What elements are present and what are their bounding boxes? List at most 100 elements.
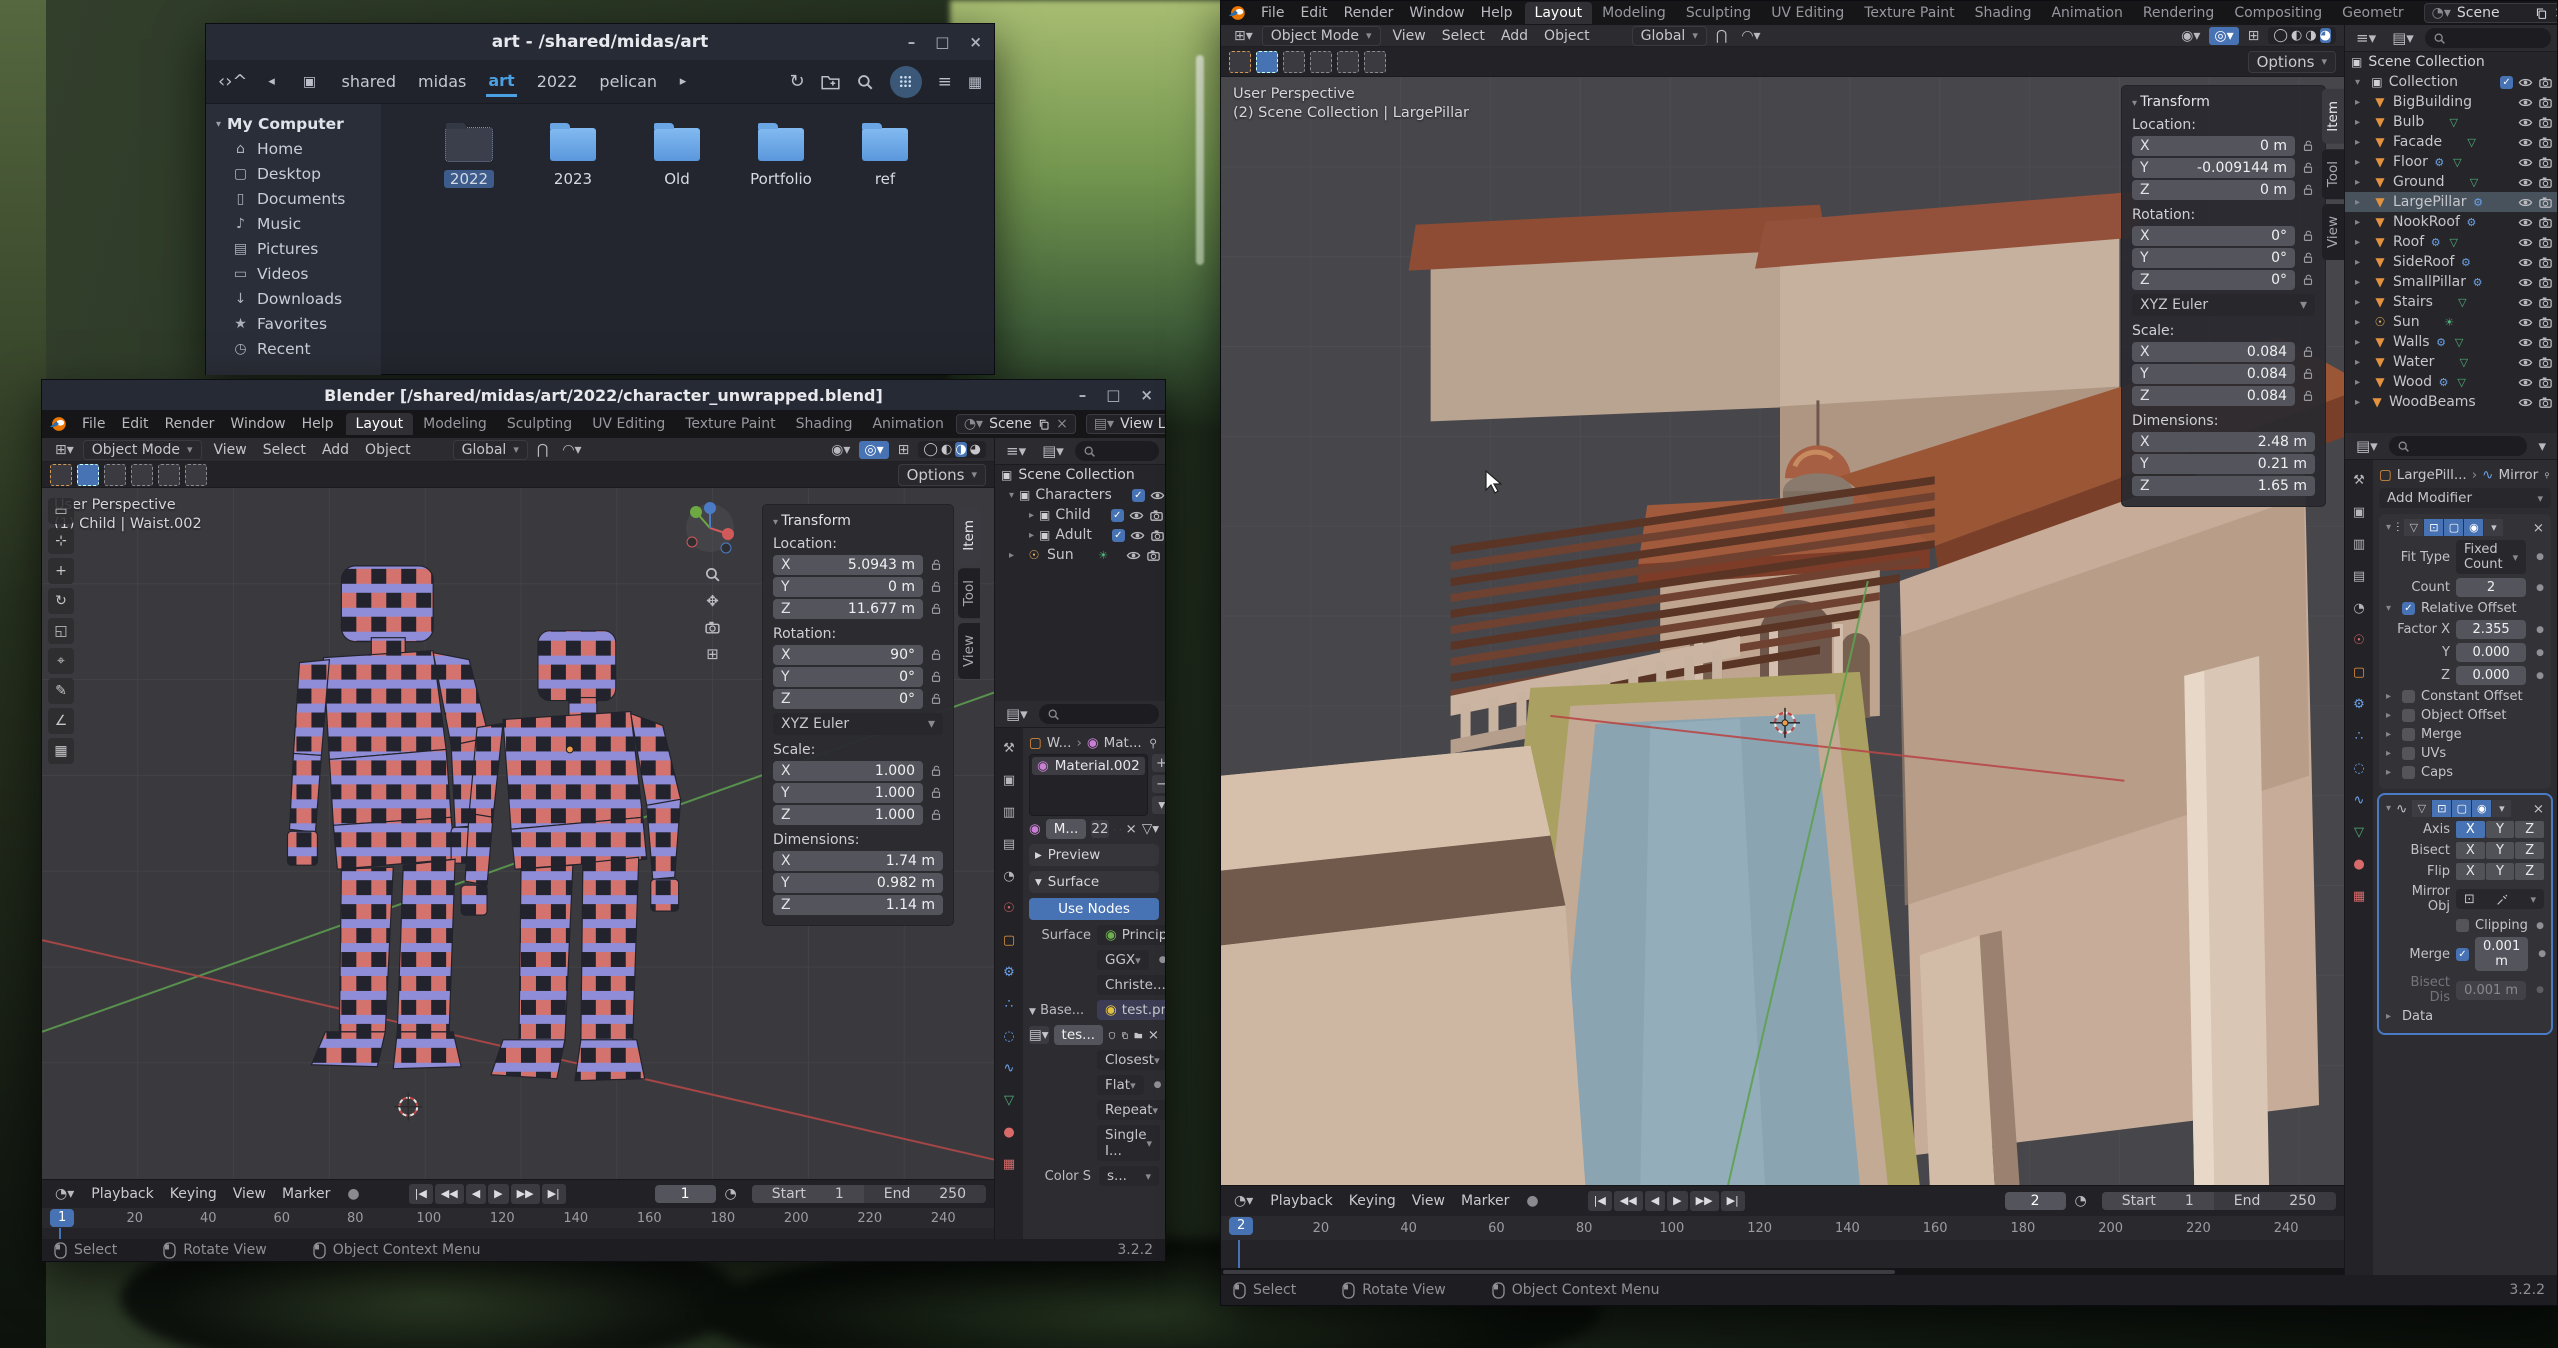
add-slot-button[interactable]: + xyxy=(1152,754,1165,772)
outliner-row[interactable]: ▸ ▼ Wood ⚙ ▽ xyxy=(2345,372,2557,392)
apply-on-cage-toggle[interactable]: ▽ xyxy=(2404,519,2423,536)
lock-icon[interactable] xyxy=(929,764,943,778)
dimension-field[interactable]: X2.48 m xyxy=(2132,432,2315,452)
source-dropdown[interactable]: Single I... xyxy=(1097,1125,1160,1161)
dimension-field[interactable]: X1.74 m xyxy=(773,851,943,871)
eye-icon[interactable] xyxy=(2518,395,2533,410)
camera-icon[interactable] xyxy=(2538,315,2553,330)
viewport-tool-button[interactable]: ▭ xyxy=(48,498,74,524)
n-panel-tab[interactable]: View xyxy=(2322,204,2344,260)
gizmos-toggle-icon[interactable]: ◉▾ xyxy=(826,441,855,459)
viewport-menu-item[interactable]: View xyxy=(1385,26,1434,46)
factor-y-field[interactable]: 0.000 xyxy=(2456,643,2526,662)
shading-mode-icon[interactable]: ◯ xyxy=(2273,28,2288,43)
compact-view-button[interactable]: ▦ xyxy=(968,73,982,91)
realtime-toggle[interactable]: ▢ xyxy=(2444,519,2463,536)
apply-on-cage-toggle[interactable]: ▽ xyxy=(2412,800,2431,817)
editor-type-icon[interactable]: ▤▾ xyxy=(2351,436,2383,456)
properties-tab[interactable]: ▥ xyxy=(996,800,1022,824)
menu-item[interactable]: Render xyxy=(157,414,223,434)
ortho-toggle-icon[interactable]: ⊞ xyxy=(706,645,719,663)
outliner-row[interactable]: ▸ ☉ Sun ☀ xyxy=(2345,312,2557,332)
breadcrumb-material[interactable]: Mat... xyxy=(1104,735,1142,751)
copy-icon[interactable] xyxy=(1038,418,1050,431)
timeline-menu-item[interactable]: View xyxy=(1404,1191,1453,1211)
eye-icon[interactable] xyxy=(2518,335,2533,350)
lock-icon[interactable] xyxy=(929,602,943,616)
location-field[interactable]: Y-0.009144 m xyxy=(2132,158,2315,178)
gizmos-toggle-icon[interactable]: ◉▾ xyxy=(2176,27,2205,45)
breadcrumb-item[interactable]: art xyxy=(486,67,516,97)
properties-tab[interactable]: ● xyxy=(996,1120,1022,1144)
options-dropdown[interactable]: Options xyxy=(898,464,986,486)
camera-icon[interactable] xyxy=(1146,548,1161,563)
properties-tab[interactable]: ∴ xyxy=(996,992,1022,1016)
reload-button[interactable]: ↻ xyxy=(789,71,804,92)
playhead[interactable]: 2 xyxy=(1229,1217,1253,1235)
rotation-mode-dropdown[interactable]: XYZ Euler xyxy=(2132,294,2315,316)
expander-icon[interactable]: ▾ xyxy=(2355,77,2365,88)
breadcrumb-item[interactable]: shared xyxy=(340,68,399,95)
axis-x-toggle[interactable]: X xyxy=(2456,821,2485,838)
close-button[interactable]: × xyxy=(969,33,982,51)
shading-mode-icon[interactable]: ◐ xyxy=(941,442,952,457)
pin-icon[interactable] xyxy=(2543,469,2551,482)
material-slot[interactable]: ◉Material.002 xyxy=(1032,757,1145,775)
workspace-tab[interactable]: Sculpting xyxy=(1676,2,1761,24)
subpanel-checkbox[interactable] xyxy=(2402,709,2415,722)
color-space-dropdown[interactable]: s... xyxy=(1099,1166,1159,1186)
camera-icon[interactable] xyxy=(1149,508,1164,523)
selectable-checkbox[interactable] xyxy=(2500,76,2513,89)
transport-button[interactable]: ◀ xyxy=(466,1184,486,1204)
timeline-menu-item[interactable]: View xyxy=(225,1184,274,1204)
timeline-menu-item[interactable]: Keying xyxy=(1341,1191,1404,1211)
bisect-x-toggle[interactable]: X xyxy=(2456,842,2485,859)
location-field[interactable]: Z11.677 m xyxy=(773,599,943,619)
collapsed-subpanel[interactable]: ▸UVs xyxy=(2386,746,2544,761)
fake-user-shield-icon[interactable] xyxy=(1114,823,1115,836)
n-panel-tab[interactable]: Item xyxy=(958,508,980,563)
view-layer-selector[interactable]: ▤▾ View Layer × xyxy=(1086,414,1165,434)
minimize-button[interactable]: – xyxy=(1079,386,1087,404)
viewport-3d[interactable]: User Perspective (2) Scene Collection | … xyxy=(1221,77,2344,1185)
eye-icon[interactable] xyxy=(1126,548,1141,563)
filter-icon[interactable]: ▤▾ xyxy=(2387,28,2419,48)
select-mode-invert[interactable] xyxy=(158,464,180,486)
properties-tab[interactable]: ⚙ xyxy=(996,960,1022,984)
shading-mode-icon[interactable]: ◑ xyxy=(2305,28,2316,43)
use-nodes-button[interactable]: Use Nodes xyxy=(1029,898,1159,920)
outliner-root-row[interactable]: ▣ Scene Collection xyxy=(2345,52,2557,72)
realtime-toggle[interactable]: ▢ xyxy=(2452,800,2471,817)
lock-icon[interactable] xyxy=(2301,229,2315,243)
sidebar-item[interactable]: ▢ Desktop xyxy=(206,161,381,186)
properties-tab[interactable]: ◔ xyxy=(996,864,1022,888)
location-field[interactable]: Z0 m xyxy=(2132,180,2315,200)
subpanel-checkbox[interactable] xyxy=(2402,747,2415,760)
blender-logo-icon[interactable] xyxy=(48,414,68,434)
dimension-field[interactable]: Y0.982 m xyxy=(773,873,943,893)
outliner-row[interactable]: ▾ ▣ Characters xyxy=(995,485,1165,505)
workspace-tab[interactable]: Shading xyxy=(1965,2,2042,24)
bisect-y-toggle[interactable]: Y xyxy=(2486,842,2515,859)
snap-icon[interactable]: ⋂ xyxy=(532,441,553,459)
lock-icon[interactable] xyxy=(929,808,943,822)
eye-icon[interactable] xyxy=(2518,295,2533,310)
extras-toggle[interactable]: ▾ xyxy=(2492,800,2511,817)
timeline-menu-item[interactable]: Marker xyxy=(274,1184,338,1204)
timeline-menu-item[interactable]: Keying xyxy=(162,1184,225,1204)
properties-tab[interactable]: ▣ xyxy=(996,768,1022,792)
rotation-mode-dropdown[interactable]: XYZ Euler xyxy=(773,713,943,735)
properties-tab[interactable]: ☉ xyxy=(996,896,1022,920)
collapsed-subpanel[interactable]: ▸Merge xyxy=(2386,727,2544,742)
viewport-tool-button[interactable]: ▦ xyxy=(48,738,74,764)
camera-icon[interactable] xyxy=(2538,155,2553,170)
selectable-checkbox[interactable] xyxy=(1111,509,1124,522)
image-name-field[interactable]: tes... xyxy=(1054,1025,1104,1045)
record-button[interactable]: ● xyxy=(1521,1192,1543,1210)
close-modifier-icon[interactable]: × xyxy=(2533,801,2544,817)
collapsed-subpanel[interactable]: ▸Object Offset xyxy=(2386,708,2544,723)
breadcrumb-next-icon[interactable]: ▸ xyxy=(669,74,697,89)
expander-icon[interactable]: ▸ xyxy=(2355,217,2367,228)
material-slot-list[interactable]: ◉Material.002 xyxy=(1029,754,1148,816)
properties-tab[interactable]: ⚒ xyxy=(996,736,1022,760)
